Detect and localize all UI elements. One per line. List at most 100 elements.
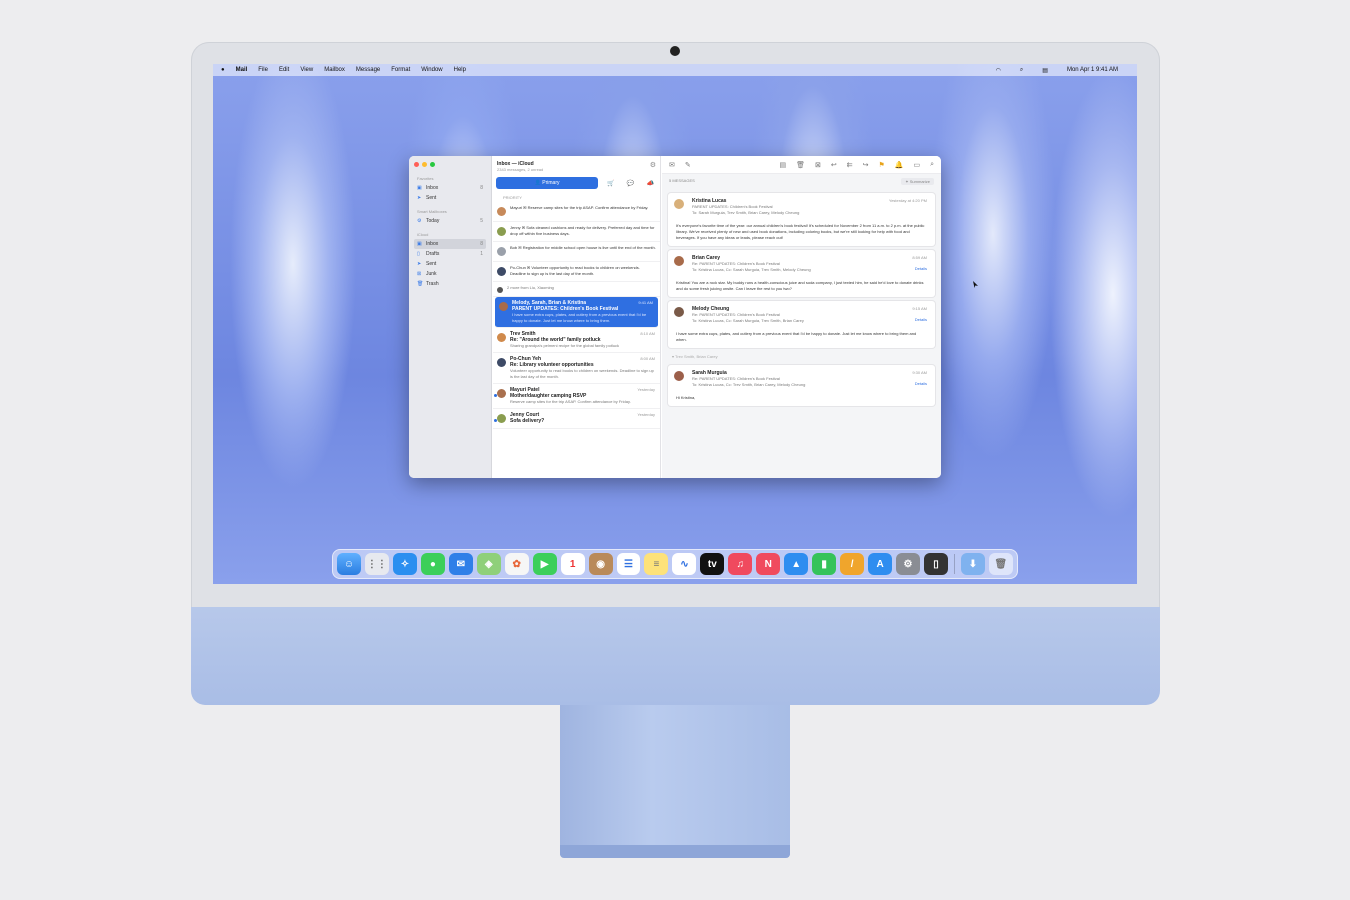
photos-icon[interactable]: ✿: [504, 553, 529, 575]
downloads-folder-icon[interactable]: ⬇: [960, 553, 985, 575]
screen: ● Mail File Edit View Mailbox Message Fo…: [213, 64, 1137, 584]
launchpad-icon[interactable]: ⋮⋮: [364, 553, 389, 575]
sidebar-item-drafts[interactable]: ▯ Drafts 1: [414, 249, 486, 259]
details-link[interactable]: Details: [915, 317, 927, 323]
wifi-icon[interactable]: ◠: [996, 67, 1001, 74]
notify-bell-icon[interactable]: 🔔: [895, 161, 904, 169]
window-controls: [414, 162, 486, 167]
menubar-clock[interactable]: Mon Apr 1 9:41 AM: [1067, 67, 1118, 74]
contacts-icon[interactable]: ◉: [588, 553, 613, 575]
priority-item[interactable]: Po-Chun ✉ Volunteer opportunity to read …: [493, 262, 660, 282]
more-messages-link[interactable]: 2 more from Liu, Xiaoming: [493, 282, 660, 297]
filter-icon[interactable]: ⚙: [650, 161, 656, 173]
apple-menu-icon[interactable]: ●: [221, 67, 225, 73]
messages-icon[interactable]: ●: [420, 553, 445, 575]
message-card[interactable]: Brian Carey Re: PARENT UPDATES: Children…: [668, 250, 935, 297]
sidebar-item-trash[interactable]: 🗑 Trash: [414, 279, 486, 289]
menu-edit[interactable]: Edit: [279, 67, 289, 73]
sidebar-item-icloud-inbox[interactable]: ▣ Inbox 8: [414, 239, 486, 249]
maps-icon[interactable]: ◈: [476, 553, 501, 575]
compose-envelope-icon[interactable]: ✉: [669, 161, 675, 169]
music-icon[interactable]: ♫: [728, 553, 753, 575]
list-item[interactable]: Mayuri Patel Mother/daughter camping RSVP…: [493, 384, 660, 409]
menu-mailbox[interactable]: Mailbox: [324, 67, 345, 73]
iphone-mirroring-icon[interactable]: ▯: [924, 553, 948, 575]
priority-item[interactable]: Mayuri ✉ Reserve camp sites for the trip…: [493, 202, 660, 222]
message-count: 5 MESSAGES: [669, 178, 695, 183]
news-icon[interactable]: N: [756, 553, 781, 575]
message-card[interactable]: Kristina Lucas PARENT UPDATES: Children'…: [668, 193, 935, 246]
preview: Reserve camp sites for the trip ASAP. Co…: [510, 399, 631, 404]
sidebar-item-icloud-sent[interactable]: ➤ Sent: [414, 259, 486, 269]
summarize-label: Summarize: [909, 179, 930, 184]
time: Yesterday: [637, 387, 655, 392]
tab-transactions-cart-icon[interactable]: 🛒: [604, 180, 618, 187]
collapsed-messages[interactable]: ▾ Trev Smith, Brian Carey: [662, 352, 941, 361]
menu-format[interactable]: Format: [391, 67, 410, 73]
reply-icon[interactable]: ↩: [831, 161, 837, 169]
message-card[interactable]: Sarah Murguia Re: PARENT UPDATES: Childr…: [668, 365, 935, 406]
tab-promotions-megaphone-icon[interactable]: 📣: [643, 180, 657, 187]
time: Yesterday at 4:20 PM: [888, 198, 927, 203]
settings-icon[interactable]: ⚙: [896, 553, 921, 575]
sidebar-item-junk[interactable]: ⊠ Junk: [414, 269, 486, 279]
move-folder-icon[interactable]: ▭: [913, 161, 920, 169]
reminders-icon[interactable]: ☰: [616, 553, 641, 575]
list-item[interactable]: Jenny Court Sofa delivery? Yesterday: [493, 409, 660, 429]
search-icon[interactable]: ⌕: [930, 161, 934, 169]
facetime-icon[interactable]: ▶: [532, 553, 557, 575]
archive-icon[interactable]: ▤: [779, 161, 786, 169]
tab-primary[interactable]: 👤 Primary: [496, 177, 599, 189]
app-store-icon[interactable]: A: [868, 553, 893, 575]
sidebar-item-sent[interactable]: ➤ Sent: [414, 193, 486, 203]
keynote-icon[interactable]: ▲: [784, 553, 809, 575]
menu-message[interactable]: Message: [356, 67, 380, 73]
new-message-icon[interactable]: ✎: [685, 161, 691, 169]
reply-all-icon[interactable]: ⇇: [847, 161, 853, 169]
avatar: [497, 207, 506, 216]
summarize-button[interactable]: ✦ Summarize: [901, 178, 934, 185]
tab-updates-bubble-icon[interactable]: 💬: [624, 180, 638, 187]
menu-window[interactable]: Window: [421, 67, 442, 73]
priority-item[interactable]: Bob ✉ Registration for middle school ope…: [493, 242, 660, 262]
menu-view[interactable]: View: [300, 67, 313, 73]
mail-icon[interactable]: ✉: [448, 553, 473, 575]
safari-icon[interactable]: ✧: [392, 553, 417, 575]
details-link[interactable]: Details: [915, 266, 927, 272]
freeform-icon[interactable]: ∿: [672, 553, 697, 575]
time: 9:15 AM: [912, 306, 927, 311]
pages-icon[interactable]: /: [840, 553, 865, 575]
control-center-icon[interactable]: ▤: [1042, 67, 1048, 74]
minimize-button[interactable]: [422, 162, 427, 167]
zoom-button[interactable]: [430, 162, 435, 167]
message-body: Hi Kristina,: [676, 395, 696, 400]
spotlight-icon[interactable]: ⌕: [1020, 67, 1023, 74]
list-item-selected[interactable]: Melody, Sarah, Brian & Kristina PARENT U…: [495, 297, 658, 328]
menu-file[interactable]: File: [258, 67, 268, 73]
details-link[interactable]: Details: [915, 381, 927, 387]
trash-bin-icon[interactable]: 🗑: [988, 553, 1013, 575]
flag-icon[interactable]: ⚑: [878, 161, 884, 169]
message-card[interactable]: Melody Cheung Re: PARENT UPDATES: Childr…: [668, 301, 935, 348]
trash-icon[interactable]: 🗑: [796, 161, 805, 169]
list-item[interactable]: Trev Smith Re: "Around the world" family …: [493, 328, 660, 353]
menu-mail[interactable]: Mail: [236, 67, 248, 73]
junk-icon[interactable]: ⊠: [815, 161, 821, 169]
list-item[interactable]: Po-Chun Yeh Re: Library volunteer opportu…: [493, 353, 660, 384]
menu-help[interactable]: Help: [454, 67, 466, 73]
dock: ☺ ⋮⋮ ✧ ● ✉ ◈ ✿ ▶ 1 ◉ ☰ ≡ ∿ tv ♫ N ▲ ▮ / …: [332, 549, 1018, 579]
sidebar-item-inbox[interactable]: ▣ Inbox 8: [414, 183, 486, 193]
tv-icon[interactable]: tv: [700, 553, 725, 575]
message-list: Inbox — iCloud 2343 messages, 2 unread ⚙…: [493, 156, 661, 478]
notes-icon[interactable]: ≡: [644, 553, 669, 575]
finder-icon[interactable]: ☺: [337, 553, 361, 575]
close-button[interactable]: [414, 162, 419, 167]
calendar-icon[interactable]: 1: [560, 553, 585, 575]
unread-dot: [494, 419, 497, 422]
preview: Sharing grandpa's pelmeni recipe for the…: [510, 343, 620, 348]
forward-icon[interactable]: ↪: [863, 161, 869, 169]
numbers-icon[interactable]: ▮: [812, 553, 837, 575]
priority-item[interactable]: Jenny ✉ Sofa cleaned cushions and ready …: [493, 222, 660, 242]
sidebar-item-today[interactable]: ⚙ Today 5: [414, 216, 486, 226]
menu-bar: ● Mail File Edit View Mailbox Message Fo…: [213, 64, 1137, 76]
